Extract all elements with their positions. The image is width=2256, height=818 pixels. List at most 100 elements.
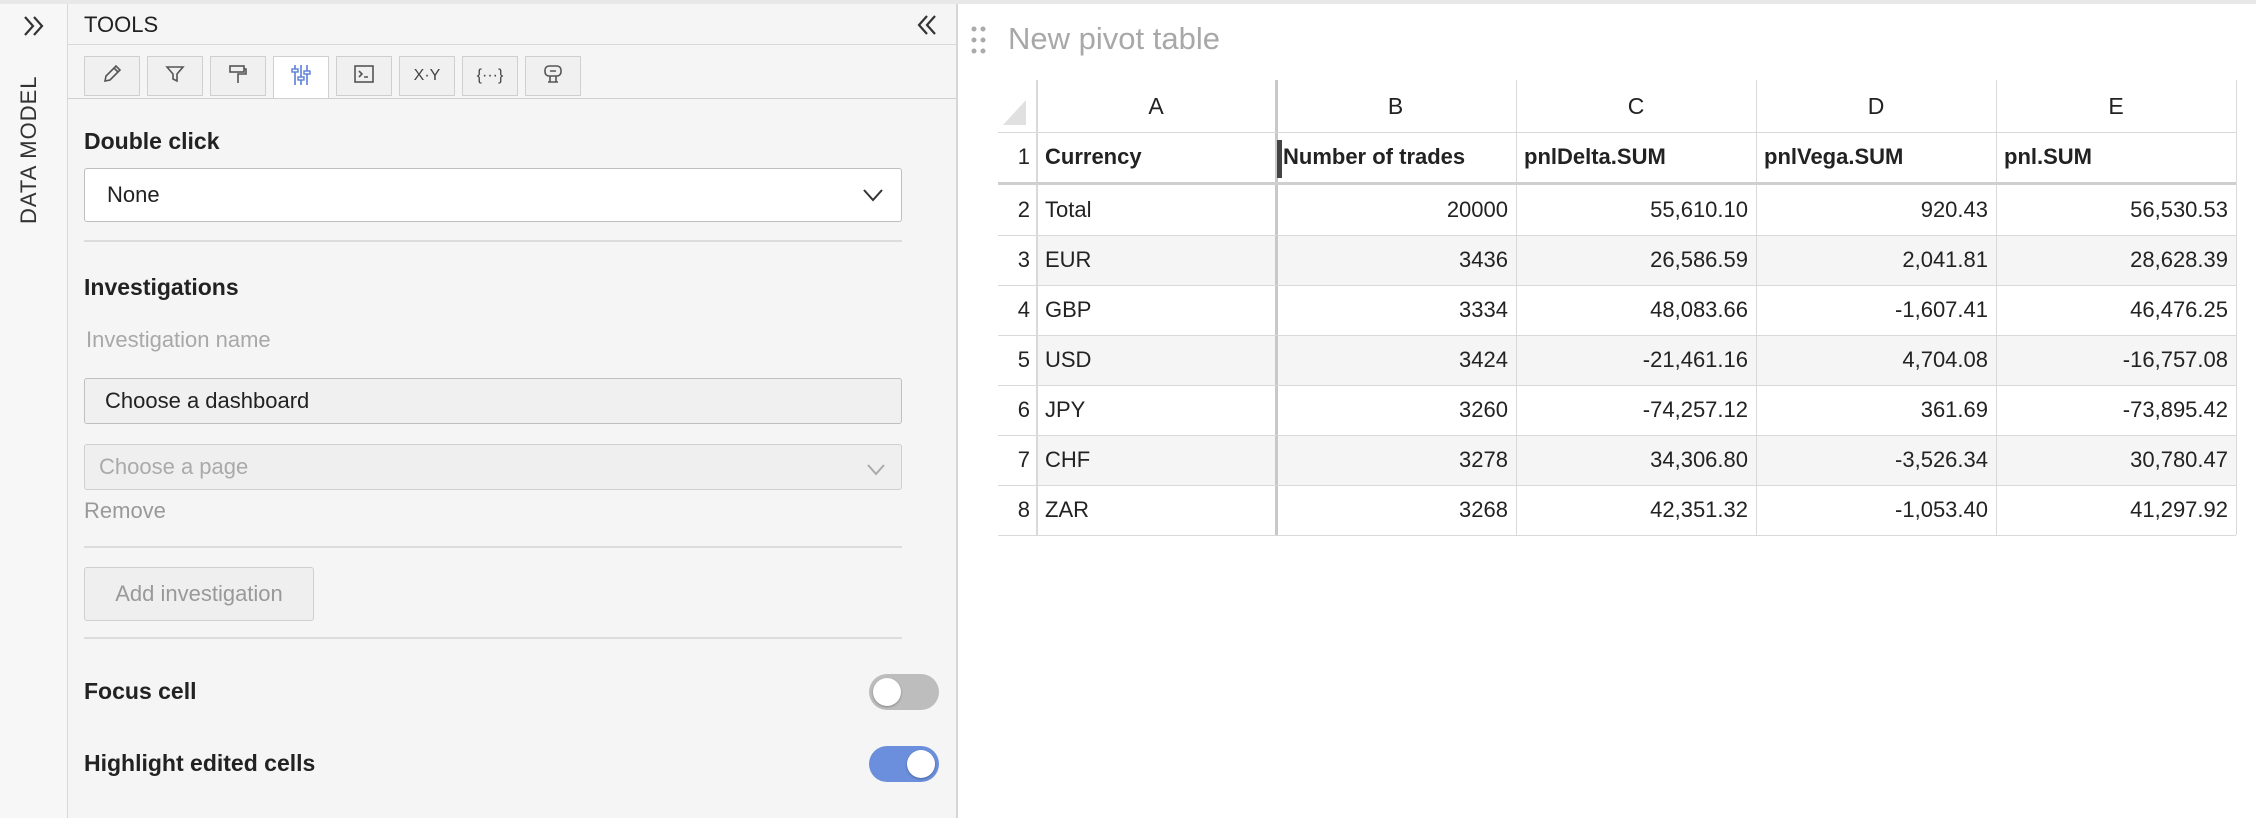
xy-icon: X·Y: [413, 67, 441, 84]
data-model-rail: DATA MODEL: [0, 4, 68, 818]
tab-filter[interactable]: [147, 56, 203, 96]
tab-widget[interactable]: [525, 56, 581, 96]
row-divider: [998, 435, 2236, 436]
value-cell[interactable]: 361.69: [1756, 385, 1996, 435]
currency-cell[interactable]: Total: [1037, 185, 1275, 235]
currency-cell[interactable]: JPY: [1037, 385, 1275, 435]
value-cell[interactable]: 920.43: [1756, 185, 1996, 235]
dashboard-select-value: Choose a dashboard: [105, 388, 310, 413]
currency-cell[interactable]: USD: [1037, 335, 1275, 385]
focus-cell-toggle[interactable]: [869, 674, 939, 710]
column-divider: [1037, 80, 1038, 535]
value-cell[interactable]: 34,306.80: [1516, 435, 1756, 485]
tab-edit[interactable]: [84, 56, 140, 96]
remove-link[interactable]: Remove: [84, 498, 166, 524]
column-header-e[interactable]: E: [1996, 80, 2236, 132]
value-cell[interactable]: 3436: [1275, 235, 1516, 285]
toggle-knob: [907, 750, 935, 778]
row-divider: [998, 385, 2236, 386]
value-cell[interactable]: 2,041.81: [1756, 235, 1996, 285]
terminal-icon: [352, 62, 376, 91]
paint-roller-icon: [226, 62, 250, 91]
header-cell[interactable]: pnlDelta.SUM: [1516, 132, 1756, 182]
value-cell[interactable]: 28,628.39: [1996, 235, 2236, 285]
double-click-value: None: [107, 182, 160, 207]
header-cell[interactable]: Currency: [1037, 132, 1275, 182]
value-cell[interactable]: -73,895.42: [1996, 385, 2236, 435]
tools-header: TOOLS: [68, 4, 956, 45]
value-cell[interactable]: -21,461.16: [1516, 335, 1756, 385]
value-cell[interactable]: -1,053.40: [1756, 485, 1996, 535]
value-cell[interactable]: 30,780.47: [1996, 435, 2236, 485]
value-cell[interactable]: -74,257.12: [1516, 385, 1756, 435]
value-cell[interactable]: 26,586.59: [1516, 235, 1756, 285]
value-cell[interactable]: 41,297.92: [1996, 485, 2236, 535]
column-header-d[interactable]: D: [1756, 80, 1996, 132]
double-click-select[interactable]: None: [84, 168, 902, 222]
row-number[interactable]: 4: [998, 285, 1036, 335]
tab-format[interactable]: [210, 56, 266, 96]
value-cell[interactable]: 3260: [1275, 385, 1516, 435]
row-number[interactable]: 3: [998, 235, 1036, 285]
add-investigation-button[interactable]: Add investigation: [84, 567, 314, 621]
row-divider: [998, 535, 2236, 536]
tools-title: TOOLS: [84, 12, 159, 37]
row-number[interactable]: 2: [998, 185, 1036, 235]
tab-settings[interactable]: [273, 56, 329, 99]
investigation-name-input[interactable]: Investigation name: [84, 322, 904, 358]
value-cell[interactable]: 56,530.53: [1996, 185, 2236, 235]
value-cell[interactable]: 3278: [1275, 435, 1516, 485]
value-cell[interactable]: 3424: [1275, 335, 1516, 385]
value-cell[interactable]: 3268: [1275, 485, 1516, 535]
select-all-corner[interactable]: [998, 80, 1037, 132]
value-cell[interactable]: 48,083.66: [1516, 285, 1756, 335]
value-cell[interactable]: -3,526.34: [1756, 435, 1996, 485]
row-number[interactable]: 1: [998, 132, 1036, 182]
drag-handle-icon[interactable]: [970, 24, 988, 56]
currency-cell[interactable]: GBP: [1037, 285, 1275, 335]
column-divider: [1996, 80, 1997, 535]
column-divider: [1516, 80, 1517, 535]
currency-cell[interactable]: CHF: [1037, 435, 1275, 485]
row-number[interactable]: 6: [998, 385, 1036, 435]
value-cell[interactable]: 20000: [1275, 185, 1516, 235]
double-chevron-left-icon[interactable]: [912, 10, 942, 40]
divider: [84, 240, 902, 242]
page-select[interactable]: Choose a page: [84, 444, 902, 490]
double-chevron-right-icon[interactable]: [18, 10, 50, 42]
double-click-label: Double click: [84, 128, 220, 154]
value-cell[interactable]: 55,610.10: [1516, 185, 1756, 235]
row-divider: [998, 335, 2236, 336]
header-cell[interactable]: pnl.SUM: [1996, 132, 2236, 182]
row-divider: [998, 285, 2236, 286]
row-number[interactable]: 7: [998, 435, 1036, 485]
value-cell[interactable]: -1,607.41: [1756, 285, 1996, 335]
chevron-down-icon: [861, 185, 885, 205]
column-header-c[interactable]: C: [1516, 80, 1756, 132]
value-cell[interactable]: 4,704.08: [1756, 335, 1996, 385]
row-header-divider: [1036, 80, 1037, 535]
pencil-icon: [100, 62, 124, 91]
dashboard-select[interactable]: Choose a dashboard: [84, 378, 902, 424]
header-cell[interactable]: pnlVega.SUM: [1756, 132, 1996, 182]
column-header-a[interactable]: A: [1037, 80, 1275, 132]
currency-cell[interactable]: ZAR: [1037, 485, 1275, 535]
tabs-divider: [68, 98, 956, 99]
highlight-edited-toggle[interactable]: [869, 746, 939, 782]
investigations-label: Investigations: [84, 274, 239, 300]
tab-calculations[interactable]: {···}: [462, 56, 518, 96]
data-model-label[interactable]: DATA MODEL: [16, 75, 42, 224]
tab-xy[interactable]: X·Y: [399, 56, 455, 96]
currency-cell[interactable]: EUR: [1037, 235, 1275, 285]
value-cell[interactable]: -16,757.08: [1996, 335, 2236, 385]
pivot-title[interactable]: New pivot table: [1008, 21, 1220, 57]
header-cell[interactable]: Number of trades: [1275, 132, 1516, 182]
row-number[interactable]: 8: [998, 485, 1036, 535]
divider: [84, 546, 902, 548]
tab-script[interactable]: [336, 56, 392, 96]
value-cell[interactable]: 42,351.32: [1516, 485, 1756, 535]
value-cell[interactable]: 46,476.25: [1996, 285, 2236, 335]
row-number[interactable]: 5: [998, 335, 1036, 385]
value-cell[interactable]: 3334: [1275, 285, 1516, 335]
column-header-b[interactable]: B: [1275, 80, 1516, 132]
